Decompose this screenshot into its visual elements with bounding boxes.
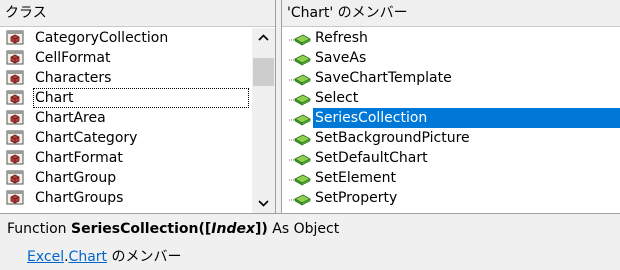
member-item-label: SetDefaultChart xyxy=(315,150,428,166)
member-item-label: SetElement xyxy=(315,170,396,186)
class-module-icon xyxy=(6,70,26,86)
class-module-icon xyxy=(6,30,26,46)
method-icon xyxy=(289,32,311,46)
class-list-item[interactable]: Chart xyxy=(0,88,252,108)
class-module-icon xyxy=(6,130,26,146)
method-icon xyxy=(289,172,311,186)
member-list-item[interactable]: SetElement xyxy=(282,168,620,188)
scroll-down-arrow-icon[interactable] xyxy=(252,193,275,213)
details-pane: Function SeriesCollection([Index]) As Ob… xyxy=(0,213,620,270)
class-list-scrollbar[interactable] xyxy=(252,28,275,213)
signature-keyword: Function xyxy=(7,221,71,237)
member-list-item[interactable]: SaveAs xyxy=(282,48,620,68)
signature-close-paren: ]) xyxy=(255,221,268,237)
class-item-label: ChartCategory xyxy=(35,130,138,146)
class-item-label: ChartGroup xyxy=(35,170,117,186)
class-list-item[interactable]: ChartArea xyxy=(0,108,252,128)
class-list-item[interactable]: ChartGroup xyxy=(0,168,252,188)
signature-member-name: SeriesCollection xyxy=(71,221,199,237)
member-list[interactable]: Refresh SaveAs SaveChartTemplate Select Seri… xyxy=(282,28,620,208)
signature-open-paren: ([ xyxy=(198,221,212,237)
member-item-label: SeriesCollection xyxy=(313,108,620,128)
method-icon xyxy=(289,92,311,106)
member-item-label: SetProperty xyxy=(315,190,398,206)
member-list-item[interactable]: Refresh xyxy=(282,28,620,48)
member-item-label: SaveAs xyxy=(315,50,367,66)
member-list-item[interactable]: SaveChartTemplate xyxy=(282,68,620,88)
class-module-icon xyxy=(6,190,26,206)
library-link[interactable]: Excel xyxy=(27,249,64,265)
class-item-label: ChartGroups xyxy=(35,190,124,206)
member-item-label: Refresh xyxy=(315,30,368,46)
class-module-icon xyxy=(6,90,26,106)
class-module-icon xyxy=(6,110,26,126)
member-item-label: Select xyxy=(315,90,359,106)
method-icon xyxy=(289,72,311,86)
member-list-item[interactable]: SetBackgroundPicture xyxy=(282,128,620,148)
member-list-item[interactable]: Select xyxy=(282,88,620,108)
member-signature: Function SeriesCollection([Index]) As Ob… xyxy=(7,221,339,237)
class-module-icon xyxy=(6,170,26,186)
class-module-icon xyxy=(6,150,26,166)
class-pane: クラス CategoryCollection CellFormat Characte… xyxy=(0,0,276,213)
member-of-line: Excel.Chart のメンバー xyxy=(27,246,181,266)
class-module-icon xyxy=(6,50,26,66)
member-list-item[interactable]: SetDefaultChart xyxy=(282,148,620,168)
class-item-label: ChartArea xyxy=(35,110,106,126)
member-item-label: SetBackgroundPicture xyxy=(315,130,470,146)
method-icon xyxy=(289,132,311,146)
class-item-label: ChartFormat xyxy=(35,150,123,166)
signature-param: Index xyxy=(211,221,256,237)
member-of-suffix: のメンバー xyxy=(107,249,182,265)
class-list-item[interactable]: ChartGroups xyxy=(0,188,252,208)
member-pane-header: 'Chart' のメンバー xyxy=(282,0,620,27)
class-pane-header: クラス xyxy=(0,0,275,27)
method-icon xyxy=(289,112,311,126)
scroll-up-arrow-icon[interactable] xyxy=(252,28,275,48)
member-list-item[interactable]: SetProperty xyxy=(282,188,620,208)
class-list-item[interactable]: ChartFormat xyxy=(0,148,252,168)
scroll-thumb[interactable] xyxy=(253,58,274,86)
class-item-label: Chart xyxy=(33,88,249,108)
class-item-label: CellFormat xyxy=(35,50,111,66)
method-icon xyxy=(289,192,311,206)
class-list-item[interactable]: CellFormat xyxy=(0,48,252,68)
class-list[interactable]: CategoryCollection CellFormat Characters Ch… xyxy=(0,28,252,208)
method-icon xyxy=(289,152,311,166)
class-list-item[interactable]: Characters xyxy=(0,68,252,88)
class-item-label: CategoryCollection xyxy=(35,30,169,46)
signature-return-type: As Object xyxy=(267,221,340,237)
class-item-label: Characters xyxy=(35,70,112,86)
class-list-item[interactable]: ChartCategory xyxy=(0,128,252,148)
member-item-label: SaveChartTemplate xyxy=(315,70,452,86)
member-list-item[interactable]: SeriesCollection xyxy=(282,108,620,128)
class-link[interactable]: Chart xyxy=(69,249,107,265)
method-icon xyxy=(289,52,311,66)
class-list-item[interactable]: CategoryCollection xyxy=(0,28,252,48)
member-pane: 'Chart' のメンバー Refresh SaveAs SaveChartTemp… xyxy=(281,0,620,213)
